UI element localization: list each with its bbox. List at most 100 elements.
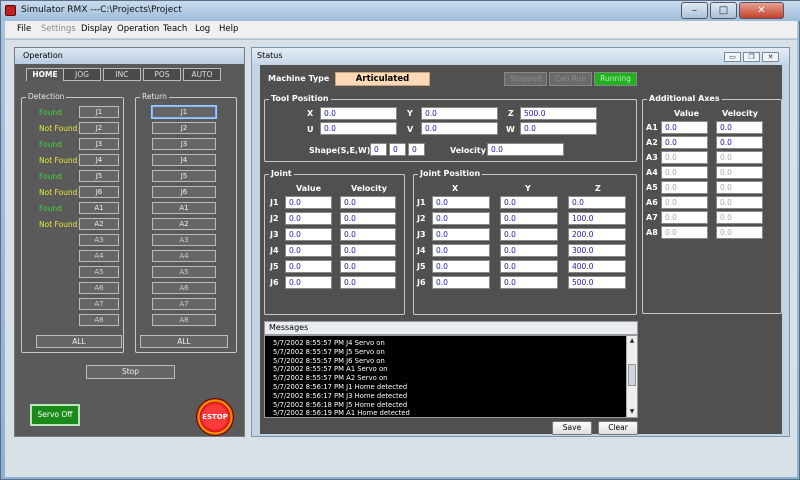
tab-home[interactable]: HOME	[26, 68, 64, 81]
joint-value-field[interactable]: 0.0	[285, 196, 332, 209]
stop-button[interactable]: Stop	[86, 365, 175, 379]
jp-y-field[interactable]: 0.0	[500, 196, 558, 209]
save-button[interactable]: Save	[552, 421, 592, 435]
detect-button-a2[interactable]: A2	[79, 218, 119, 230]
return-button-j3[interactable]: J3	[152, 138, 216, 150]
aa-value-field[interactable]: 0.0	[661, 196, 708, 209]
jp-x-field[interactable]: 0.0	[432, 260, 490, 273]
tool-velocity-field[interactable]: 0.0	[487, 143, 564, 156]
aa-value-field[interactable]: 0.0	[661, 181, 708, 194]
detect-button-a1[interactable]: A1	[79, 202, 119, 214]
joint-velocity-field[interactable]: 0.0	[340, 228, 396, 241]
aa-velocity-field[interactable]: 0.0	[716, 151, 763, 164]
tool-x-field[interactable]: 0.0	[320, 107, 397, 120]
servo-off-button[interactable]: Servo Off	[30, 404, 80, 426]
detect-button-j3[interactable]: J3	[79, 138, 119, 150]
joint-velocity-field[interactable]: 0.0	[340, 196, 396, 209]
tab-jog[interactable]: JOG	[63, 68, 101, 81]
return-button-a3[interactable]: A3	[152, 234, 216, 246]
return-button-a4[interactable]: A4	[152, 250, 216, 262]
jp-y-field[interactable]: 0.0	[500, 260, 558, 273]
aa-velocity-field[interactable]: 0.0	[716, 226, 763, 239]
scroll-down-icon[interactable]: ▼	[627, 407, 637, 417]
jp-y-field[interactable]: 0.0	[500, 212, 558, 225]
joint-value-field[interactable]: 0.0	[285, 244, 332, 257]
joint-velocity-field[interactable]: 0.0	[340, 244, 396, 257]
aa-value-field[interactable]: 0.0	[661, 211, 708, 224]
joint-velocity-field[interactable]: 0.0	[340, 212, 396, 225]
detect-button-j1[interactable]: J1	[79, 106, 119, 118]
jp-z-field[interactable]: 200.0	[568, 228, 626, 241]
return-button-j2[interactable]: J2	[152, 122, 216, 134]
tab-inc[interactable]: INC	[103, 68, 141, 81]
tool-y-field[interactable]: 0.0	[421, 107, 498, 120]
aa-velocity-field[interactable]: 0.0	[716, 211, 763, 224]
return-all-button[interactable]: ALL	[140, 335, 228, 348]
return-button-a8[interactable]: A8	[152, 314, 216, 326]
status-close-button[interactable]: ✕	[762, 52, 779, 62]
menu-display[interactable]: Display	[81, 24, 112, 34]
detect-button-j5[interactable]: J5	[79, 170, 119, 182]
jp-x-field[interactable]: 0.0	[432, 228, 490, 241]
estop-button[interactable]: ESTOP	[196, 398, 234, 436]
tool-v-field[interactable]: 0.0	[421, 122, 498, 135]
aa-velocity-field[interactable]: 0.0	[716, 136, 763, 149]
jp-z-field[interactable]: 500.0	[568, 276, 626, 289]
joint-velocity-field[interactable]: 0.0	[340, 276, 396, 289]
joint-value-field[interactable]: 0.0	[285, 212, 332, 225]
detect-button-a6[interactable]: A6	[79, 282, 119, 294]
menu-log[interactable]: Log	[195, 24, 210, 34]
aa-value-field[interactable]: 0.0	[661, 121, 708, 134]
minimize-button[interactable]: –	[681, 2, 708, 19]
return-button-a5[interactable]: A5	[152, 266, 216, 278]
jp-z-field[interactable]: 300.0	[568, 244, 626, 257]
aa-velocity-field[interactable]: 0.0	[716, 121, 763, 134]
tool-w-field[interactable]: 0.0	[520, 122, 597, 135]
joint-value-field[interactable]: 0.0	[285, 276, 332, 289]
shape-w-field[interactable]: 0	[408, 143, 425, 156]
tab-auto[interactable]: AUTO	[183, 68, 221, 81]
return-button-j6[interactable]: J6	[152, 186, 216, 198]
joint-value-field[interactable]: 0.0	[285, 228, 332, 241]
aa-value-field[interactable]: 0.0	[661, 166, 708, 179]
aa-value-field[interactable]: 0.0	[661, 151, 708, 164]
tab-pos[interactable]: POS	[143, 68, 181, 81]
jp-y-field[interactable]: 0.0	[500, 276, 558, 289]
close-button[interactable]: ✕	[739, 2, 784, 19]
maximize-button[interactable]: □	[710, 2, 737, 19]
jp-x-field[interactable]: 0.0	[432, 196, 490, 209]
status-minimize-button[interactable]: ▭	[724, 52, 741, 62]
shape-s-field[interactable]: 0	[370, 143, 387, 156]
messages-log[interactable]: 5/7/2002 8:55:57 PM J4 Servo on 5/7/2002 …	[264, 335, 638, 418]
joint-velocity-field[interactable]: 0.0	[340, 260, 396, 273]
return-button-a2[interactable]: A2	[152, 218, 216, 230]
detection-all-button[interactable]: ALL	[36, 335, 122, 348]
menu-settings[interactable]: Settings	[41, 24, 76, 34]
aa-velocity-field[interactable]: 0.0	[716, 181, 763, 194]
menu-help[interactable]: Help	[219, 24, 238, 34]
menu-operation[interactable]: Operation	[117, 24, 159, 34]
detect-button-j4[interactable]: J4	[79, 154, 119, 166]
return-button-a6[interactable]: A6	[152, 282, 216, 294]
aa-value-field[interactable]: 0.0	[661, 136, 708, 149]
detect-button-a8[interactable]: A8	[79, 314, 119, 326]
shape-e-field[interactable]: 0	[389, 143, 406, 156]
detect-button-j6[interactable]: J6	[79, 186, 119, 198]
jp-x-field[interactable]: 0.0	[432, 212, 490, 225]
return-button-a7[interactable]: A7	[152, 298, 216, 310]
tool-u-field[interactable]: 0.0	[320, 122, 397, 135]
aa-velocity-field[interactable]: 0.0	[716, 196, 763, 209]
status-restore-button[interactable]: ❐	[743, 52, 760, 62]
menu-teach[interactable]: Teach	[163, 24, 187, 34]
return-button-j5[interactable]: J5	[152, 170, 216, 182]
joint-value-field[interactable]: 0.0	[285, 260, 332, 273]
return-button-j1[interactable]: J1	[152, 106, 216, 118]
detect-button-a4[interactable]: A4	[79, 250, 119, 262]
return-button-j4[interactable]: J4	[152, 154, 216, 166]
detect-button-a7[interactable]: A7	[79, 298, 119, 310]
clear-button[interactable]: Clear	[598, 421, 638, 435]
jp-y-field[interactable]: 0.0	[500, 228, 558, 241]
scroll-up-icon[interactable]: ▲	[627, 336, 637, 346]
detect-button-j2[interactable]: J2	[79, 122, 119, 134]
jp-x-field[interactable]: 0.0	[432, 244, 490, 257]
